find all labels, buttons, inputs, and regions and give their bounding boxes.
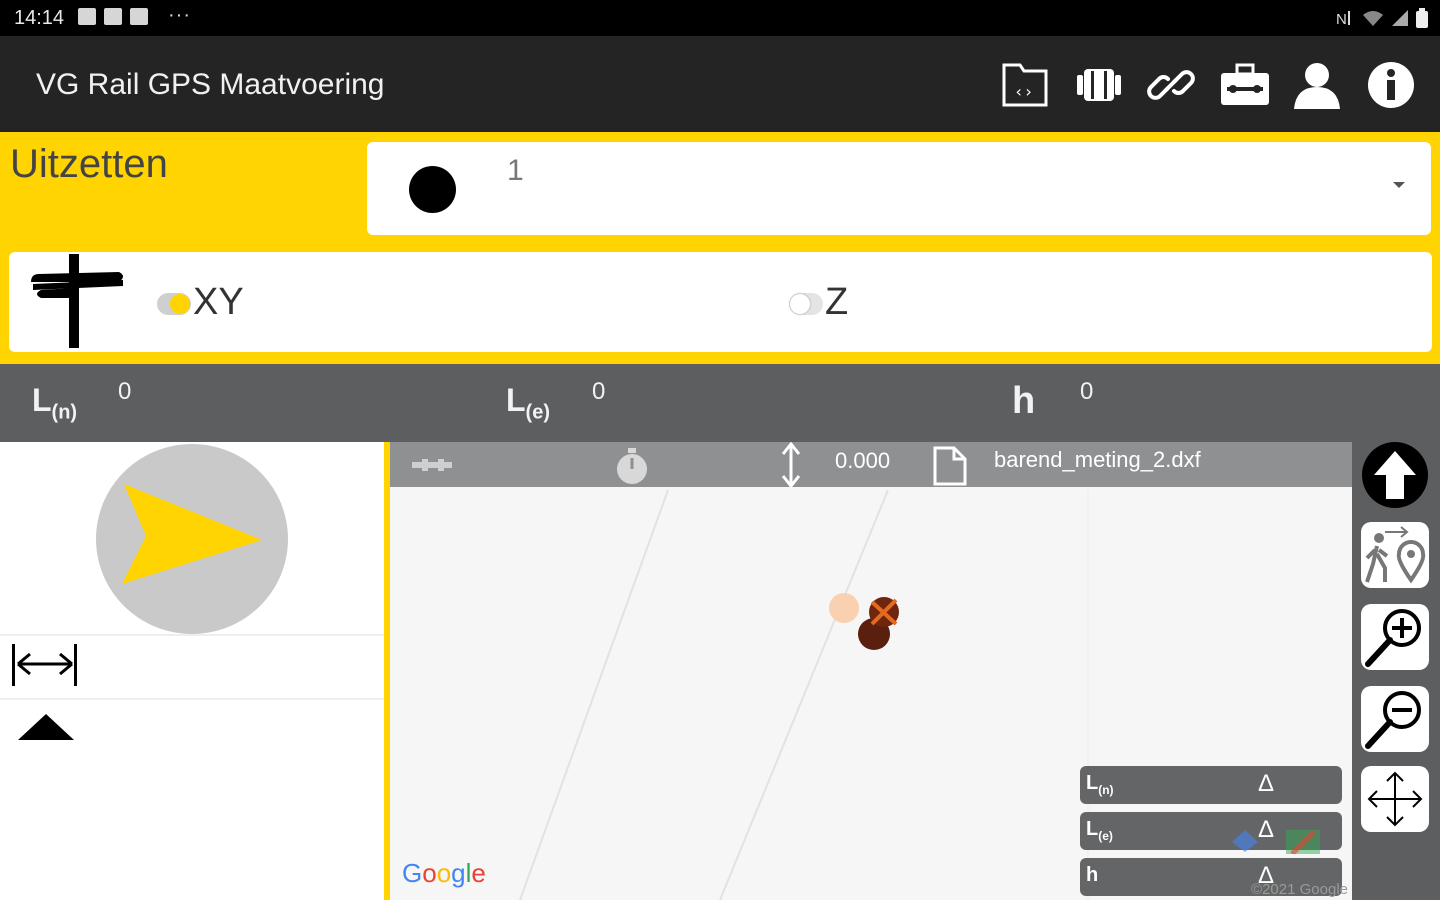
dropdown-arrow-icon bbox=[1393, 182, 1405, 188]
status-bar: 14:14 ··· N bbox=[0, 0, 1440, 36]
le-value: 0 bbox=[592, 378, 606, 405]
folder-code-icon[interactable]: ‹› bbox=[998, 58, 1052, 112]
vertical-arrow-icon bbox=[781, 442, 801, 488]
file-icon[interactable] bbox=[932, 446, 968, 486]
app-title: VG Rail GPS Maatvoering bbox=[36, 68, 385, 101]
xy-toggle-knob bbox=[170, 294, 190, 314]
divider bbox=[0, 698, 386, 700]
divider bbox=[0, 634, 386, 636]
svg-text:N: N bbox=[1336, 11, 1347, 27]
device-icon[interactable] bbox=[1072, 58, 1126, 112]
more-notifications: ··· bbox=[168, 4, 191, 26]
stakeout-section: Uitzetten 1 XY Z bbox=[0, 132, 1440, 364]
map-toolbar: 0.000 barend_meting_2.dxf bbox=[390, 442, 1352, 488]
delta-icon: Δ bbox=[1258, 816, 1275, 843]
point-value: 1 bbox=[507, 154, 524, 187]
z-label: Z bbox=[825, 281, 849, 323]
google-maps-icon bbox=[1286, 830, 1320, 854]
direction-compass bbox=[96, 444, 288, 634]
google-logo: Google bbox=[402, 858, 486, 888]
stopwatch-icon[interactable] bbox=[612, 446, 652, 486]
delta-label: h bbox=[1086, 864, 1099, 886]
zoom-out-icon bbox=[1365, 691, 1421, 749]
point-marker-icon bbox=[409, 166, 456, 213]
le-label: L(e) bbox=[506, 382, 550, 424]
move-icon bbox=[1367, 771, 1423, 827]
zoom-in-icon bbox=[1365, 609, 1421, 667]
link-icon[interactable] bbox=[1144, 58, 1198, 112]
zoom-out-button[interactable] bbox=[1361, 686, 1429, 752]
navigate-to-point-button[interactable] bbox=[1361, 522, 1429, 588]
notification-icons bbox=[78, 8, 148, 25]
user-icon[interactable] bbox=[1290, 58, 1344, 112]
direction-panel bbox=[0, 442, 386, 900]
app-icon bbox=[130, 8, 148, 25]
arrow-up-icon bbox=[1374, 451, 1416, 499]
delta-row-le: L(e) Δ bbox=[1080, 812, 1342, 854]
section-title: Uitzetten bbox=[10, 142, 168, 186]
ln-value: 0 bbox=[118, 378, 132, 405]
collapse-up-icon[interactable] bbox=[18, 714, 74, 742]
status-time: 14:14 bbox=[14, 7, 65, 29]
z-toggle-knob bbox=[790, 294, 810, 314]
delta-label: L(n) bbox=[1086, 772, 1114, 797]
gallery-icon bbox=[104, 8, 122, 25]
position-markers bbox=[829, 593, 899, 650]
zoom-in-button[interactable] bbox=[1361, 604, 1429, 670]
toolbox-icon[interactable] bbox=[1218, 58, 1272, 112]
delta-label: L(e) bbox=[1086, 818, 1113, 843]
target-point-marker bbox=[829, 593, 859, 623]
direction-arrow-icon bbox=[122, 484, 262, 584]
delta-icon: Δ bbox=[1258, 770, 1275, 797]
deviation-readout: L(n) 0 L(e) 0 h 0 bbox=[0, 364, 1440, 442]
file-name: barend_meting_2.dxf bbox=[994, 447, 1201, 472]
signpost-icon bbox=[31, 254, 123, 348]
north-up-button[interactable] bbox=[1362, 442, 1428, 508]
app-bar: VG Rail GPS Maatvoering ‹› bbox=[0, 36, 1440, 132]
elevation-value: 0.000 bbox=[835, 448, 891, 473]
recenter-icon bbox=[1232, 830, 1258, 852]
info-icon[interactable] bbox=[1364, 58, 1418, 112]
h-label: h bbox=[1012, 380, 1036, 422]
ln-label: L(n) bbox=[32, 382, 78, 424]
battery-icon bbox=[1416, 8, 1428, 28]
map-view[interactable]: 0.000 barend_meting_2.dxf Google L(n) Δ … bbox=[390, 442, 1352, 900]
xy-toggle[interactable] bbox=[157, 293, 191, 315]
mode-card: XY Z bbox=[9, 252, 1432, 352]
image-icon bbox=[78, 8, 96, 25]
delta-row-ln: L(n) Δ bbox=[1080, 766, 1342, 804]
scale-icon bbox=[412, 459, 452, 471]
xy-label: XY bbox=[193, 281, 244, 323]
point-selector[interactable]: 1 bbox=[367, 142, 1431, 235]
map-copyright: ©2021 Google bbox=[1251, 881, 1348, 898]
system-icons: N bbox=[1336, 8, 1428, 28]
z-toggle[interactable] bbox=[789, 293, 823, 315]
wifi-icon bbox=[1363, 11, 1383, 26]
map-controls bbox=[1352, 442, 1440, 900]
signal-icon bbox=[1392, 10, 1408, 26]
nfc-icon: N bbox=[1336, 11, 1350, 27]
walk-to-location-icon bbox=[1365, 526, 1426, 584]
h-value: 0 bbox=[1080, 378, 1094, 405]
width-measure-icon[interactable] bbox=[10, 642, 80, 688]
svg-text:‹›: ‹› bbox=[1014, 82, 1033, 101]
pan-button[interactable] bbox=[1361, 766, 1429, 832]
